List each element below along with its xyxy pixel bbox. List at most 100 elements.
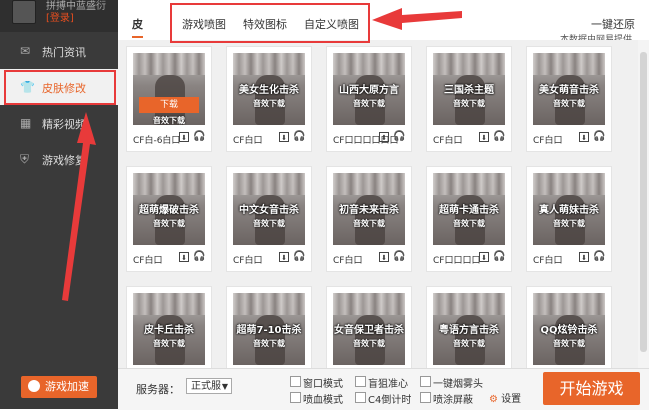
sound-caption: CF白口 [233,136,263,146]
option-label: 喷血模式 [303,395,343,406]
sound-card[interactable]: 美女生化击杀 音效下载 CF白口 ⬇ 🎧 [226,46,312,152]
sound-name: 山西大原方言 [339,85,399,96]
sidebar-item-repair[interactable]: ⛨ 游戏修复 [0,141,118,177]
sound-thumbnail[interactable]: 美女生化击杀 音效下载 [233,53,305,125]
thumbnail-blur [233,293,305,315]
settings-label: 设置 [501,394,522,405]
sound-caption: CF白口 [233,256,263,266]
sound-card[interactable]: 粤语方言击杀 音效下载 [426,286,512,368]
scrollbar[interactable] [638,40,649,368]
sidebar-item-video[interactable]: ▦ 精彩视频 [0,105,118,141]
headphones-icon[interactable]: 🎧 [193,251,205,262]
download-icon[interactable]: ⬇ [579,132,589,142]
sound-thumbnail[interactable]: 超萌7-10击杀 音效下载 [233,293,305,365]
download-icon[interactable]: ⬇ [479,252,489,262]
sidebar-item-news[interactable]: ✉ 热门资讯 [0,33,118,69]
headphones-icon[interactable]: 🎧 [593,251,605,262]
download-icon[interactable]: ⬇ [279,252,289,262]
accelerate-icon [28,380,40,392]
sound-card[interactable]: QQ炫铃击杀 音效下载 [526,286,612,368]
download-icon[interactable]: ⬇ [179,252,189,262]
server-select[interactable]: 正式服 ▼ [186,378,232,394]
sound-caption: CF白口 [133,256,163,266]
thumbnail-blur [433,53,505,75]
option-label: 一键烟雾头 [433,379,483,390]
sound-thumbnail[interactable]: 真人萌妹击杀 音效下载 [533,173,605,245]
sound-card[interactable]: 超萌爆破击杀 音效下载 CF白口 ⬇ 🎧 [126,166,212,272]
download-icon[interactable]: ⬇ [179,132,189,142]
sound-card[interactable]: 初音未来击杀 音效下载 CF白口 ⬇ 🎧 [326,166,412,272]
headphones-icon[interactable]: 🎧 [393,251,405,262]
sound-card[interactable]: 下载 音效下载 CF白-6白口 ⬇ 🎧 [126,46,212,152]
shield-icon: ⛨ [20,152,30,166]
checkbox[interactable] [290,376,301,387]
app-logo [12,0,36,24]
headphones-icon[interactable]: 🎧 [293,131,305,142]
download-icon[interactable]: ⬇ [379,132,389,142]
sound-card[interactable]: 山西大原方言 音效下载 CF口口口口口口 ⬇ 🎧 [326,46,412,152]
sound-card[interactable]: 超萌7-10击杀 音效下载 [226,286,312,368]
sound-download-text: 音效下载 [553,99,585,108]
accelerate-label: 游戏加速 [45,380,89,393]
checkbox[interactable] [355,376,366,387]
sound-thumbnail[interactable]: 三国杀主题 音效下载 [433,53,505,125]
sound-card[interactable]: 真人萌妹击杀 音效下载 CF白口 ⬇ 🎧 [526,166,612,272]
sound-card[interactable]: 女音保卫者击杀 音效下载 [326,286,412,368]
sound-thumbnail[interactable]: 初音未来击杀 音效下载 [333,173,405,245]
checkbox[interactable] [420,376,431,387]
restore-all-button[interactable]: 一键还原 [591,16,635,32]
sound-caption: CF白口 [533,256,563,266]
sound-thumbnail[interactable]: 超萌卡通击杀 音效下载 [433,173,505,245]
sound-card[interactable]: 超萌卡通击杀 音效下载 CF口口口口 ⬇ 🎧 [426,166,512,272]
sidebar: 拼搏中蓝盛衍 [登录] ✉ 热门资讯 👕 皮肤修改 ▦ 精彩视频 ⛨ 游戏修复 … [0,0,118,409]
start-game-button[interactable]: 开始游戏 [543,372,640,405]
download-button[interactable]: 下载 [139,97,199,113]
sound-thumbnail[interactable]: 中文女音击杀 音效下载 [233,173,305,245]
headphones-icon[interactable]: 🎧 [393,131,405,142]
sound-download-text: 音效下载 [353,99,385,108]
download-icon[interactable]: ⬇ [479,132,489,142]
option-label: 窗口模式 [303,379,343,390]
download-icon[interactable]: ⬇ [579,252,589,262]
sound-name: 真人萌妹击杀 [539,205,599,216]
scrollbar-thumb[interactable] [640,52,647,352]
sound-name: 美女生化击杀 [239,85,299,96]
headphones-icon[interactable]: 🎧 [593,131,605,142]
login-link[interactable]: [登录] [46,9,74,24]
sound-thumbnail[interactable]: 粤语方言击杀 音效下载 [433,293,505,365]
headphones-icon[interactable]: 🎧 [293,251,305,262]
option-label: 盲狙准心 [368,379,408,390]
option-label: 喷涂屏蔽 [433,395,473,406]
headphones-icon[interactable]: 🎧 [493,131,505,142]
sound-download-text: 音效下载 [353,219,385,228]
sound-thumbnail[interactable]: 美女萌音击杀 音效下载 [533,53,605,125]
sound-card[interactable]: 中文女音击杀 音效下载 CF白口 ⬇ 🎧 [226,166,312,272]
sound-download-text: 音效下载 [553,219,585,228]
sound-download-text: 音效下载 [453,339,485,348]
sound-card[interactable]: 美女萌音击杀 音效下载 CF白口 ⬇ 🎧 [526,46,612,152]
sound-thumbnail[interactable]: 女音保卫者击杀 音效下载 [333,293,405,365]
sound-thumbnail[interactable]: 山西大原方言 音效下载 [333,53,405,125]
sound-name: 皮卡丘击杀 [144,325,194,336]
settings-button[interactable]: ⚙ 设置 [489,390,521,405]
checkbox[interactable] [290,392,301,403]
sound-card[interactable]: 皮卡丘击杀 音效下载 [126,286,212,368]
sound-thumbnail[interactable]: 超萌爆破击杀 音效下载 [133,173,205,245]
sound-thumbnail[interactable]: 下载 音效下载 [133,53,205,125]
tab-skin[interactable]: 皮 [132,16,143,38]
checkbox[interactable] [355,392,366,403]
sound-thumbnail[interactable]: QQ炫铃击杀 音效下载 [533,293,605,365]
sound-thumbnail[interactable]: 皮卡丘击杀 音效下载 [133,293,205,365]
sound-download-text: 音效下载 [253,219,285,228]
sound-card[interactable]: 三国杀主题 音效下载 CF白口 ⬇ 🎧 [426,46,512,152]
game-accelerate-button[interactable]: 游戏加速 [21,376,97,398]
download-icon[interactable]: ⬇ [379,252,389,262]
thumbnail-blur [333,293,405,315]
thumbnail-blur [233,173,305,195]
headphones-icon[interactable]: 🎧 [493,251,505,262]
checkbox[interactable] [420,392,431,403]
thumbnail-blur [133,173,205,195]
headphones-icon[interactable]: 🎧 [193,131,205,142]
download-icon[interactable]: ⬇ [279,132,289,142]
annotation-box-skin [4,70,116,105]
